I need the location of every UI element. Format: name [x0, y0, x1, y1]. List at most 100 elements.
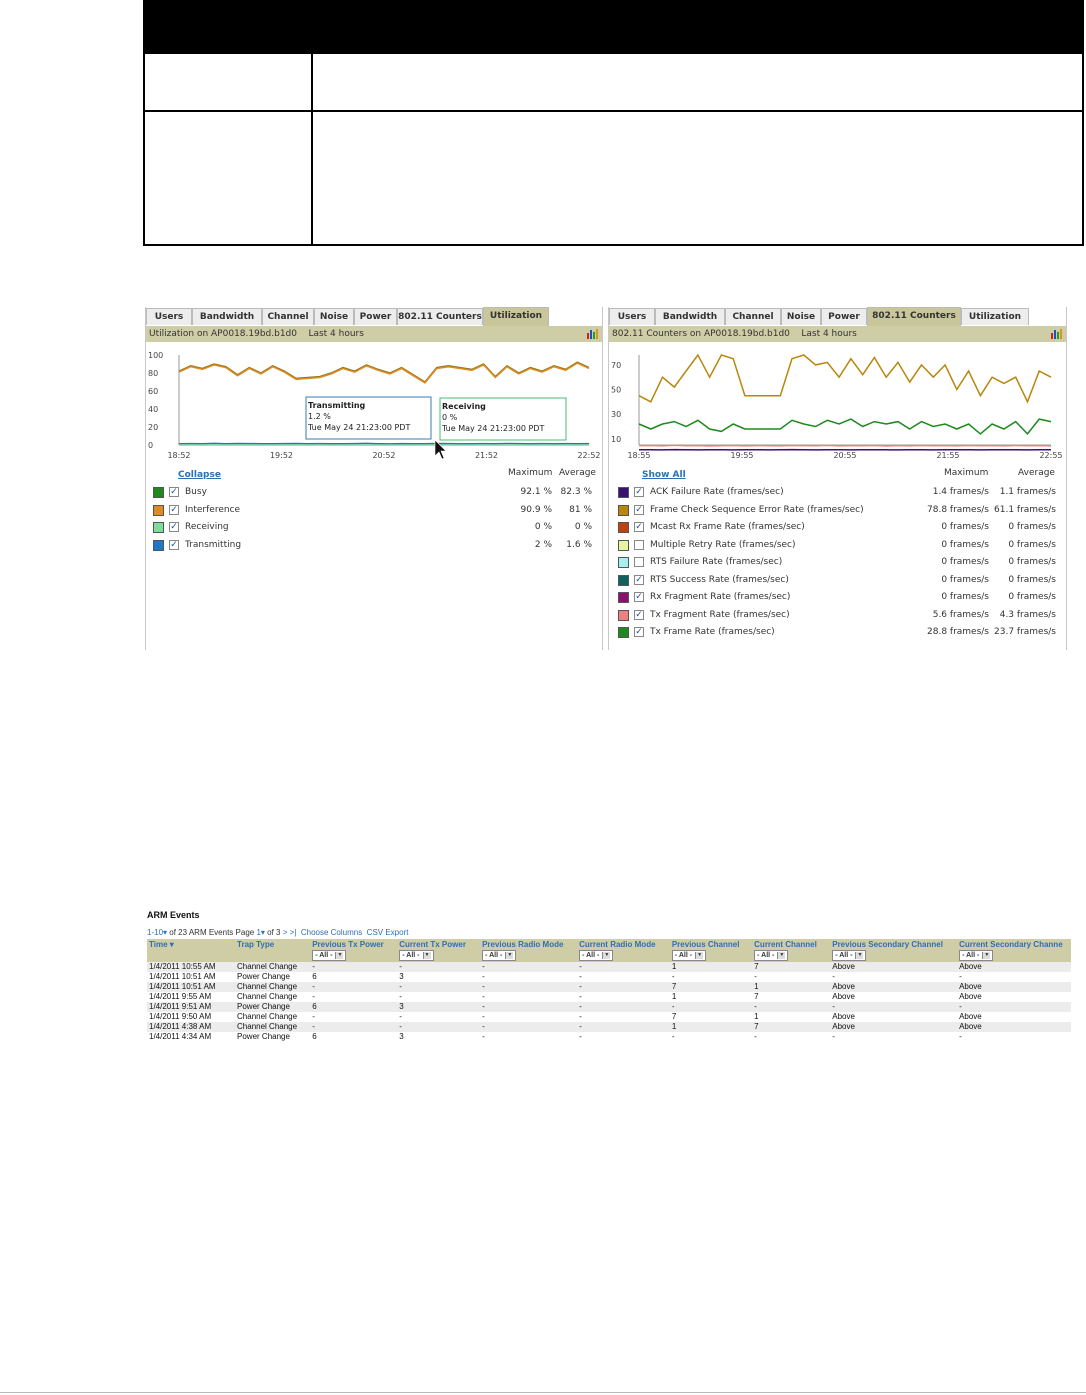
color-swatch[interactable]	[153, 504, 164, 516]
color-swatch[interactable]	[618, 539, 629, 551]
show-all-link[interactable]: Show All	[642, 470, 686, 480]
tab-power[interactable]: Power	[354, 308, 397, 325]
column-header-label[interactable]: Trap Type	[237, 940, 308, 949]
next-page-link[interactable]: >	[283, 928, 288, 937]
column-header[interactable]: Previous Secondary Channel - All - ▼	[830, 939, 958, 962]
table-row[interactable]: 1/4/2011 4:34 AM Power Change 6 3 - - - - - -	[147, 1032, 1071, 1042]
column-header-label[interactable]: Previous Radio Mode	[482, 940, 575, 949]
tab-channel[interactable]: Channel	[725, 308, 781, 325]
column-filter-select[interactable]: - All - ▼	[754, 950, 789, 961]
chevron-down-icon[interactable]: ▼	[422, 951, 431, 959]
y-tick-label: 100	[148, 351, 163, 360]
column-header[interactable]: Current Secondary Channe - All - ▼	[957, 939, 1071, 962]
series-checkbox[interactable]: ✓	[169, 539, 179, 550]
column-header-label[interactable]: Current Tx Power	[399, 940, 478, 949]
column-header[interactable]: Current Tx Power - All - ▼	[397, 939, 481, 962]
tab-noise[interactable]: Noise	[314, 308, 354, 325]
chevron-down-icon[interactable]: ▼	[982, 951, 991, 959]
color-swatch[interactable]	[618, 592, 629, 603]
color-swatch[interactable]	[618, 522, 629, 533]
series-name: RTS Success Rate (frames/sec)	[650, 574, 789, 585]
table-row[interactable]: 1/4/2011 9:55 AM Channel Change - - - - 1 7 Abov…	[147, 992, 1071, 1002]
column-header[interactable]: Previous Radio Mode - All - ▼	[480, 939, 578, 962]
tab-utilization[interactable]: Utilization	[483, 307, 549, 326]
tab-noise[interactable]: Noise	[781, 308, 821, 325]
table-row[interactable]: 1/4/2011 9:51 AM Power Change 6 3- - - - - -	[147, 1002, 1071, 1012]
tab-channel[interactable]: Channel	[262, 308, 314, 325]
series-checkbox[interactable]: ✓	[169, 504, 179, 515]
series-checkbox[interactable]: ✓	[634, 487, 644, 497]
tab-802-11-counters[interactable]: 802.11 Counters	[397, 308, 483, 325]
column-filter-select[interactable]: - All - ▼	[579, 950, 614, 961]
column-header-label[interactable]: Current Radio Mode	[579, 940, 668, 949]
series-checkbox[interactable]: ✓	[634, 592, 644, 602]
color-swatch[interactable]	[618, 574, 629, 586]
tab-802-11-counters[interactable]: 802.11 Counters	[867, 307, 961, 326]
y-tick-label: 60	[148, 387, 158, 396]
column-header-label[interactable]: Time ▾	[149, 940, 233, 949]
series-checkbox[interactable]	[634, 557, 644, 567]
collapse-link[interactable]: Collapse	[178, 470, 221, 480]
color-swatch[interactable]	[618, 557, 629, 568]
series-checkbox[interactable]: ✓	[634, 522, 644, 532]
tab-users[interactable]: Users	[146, 308, 192, 325]
choose-columns-link[interactable]: Choose Columns	[301, 928, 362, 937]
column-filter-select[interactable]: - All - ▼	[312, 950, 347, 961]
column-header-label[interactable]: Current Channel	[754, 940, 828, 949]
column-header-label[interactable]: Previous Channel	[672, 940, 750, 949]
chevron-down-icon[interactable]: ▼	[695, 951, 704, 959]
series-checkbox[interactable]: ✓	[169, 522, 179, 532]
series-checkbox[interactable]: ✓	[634, 627, 644, 637]
color-swatch[interactable]	[618, 627, 629, 638]
column-filter-select[interactable]: - All - ▼	[482, 950, 517, 961]
series-checkbox[interactable]: ✓	[634, 504, 644, 515]
table-row[interactable]: 1/4/2011 10:51 AM Power Change 6 3 - - - - - -	[147, 972, 1071, 982]
color-swatch[interactable]	[153, 539, 164, 551]
series-checkbox[interactable]: ✓	[169, 487, 179, 497]
column-header[interactable]: Previous Channel - All - ▼	[669, 939, 753, 962]
series-checkbox[interactable]	[634, 539, 644, 550]
table-row[interactable]: 1/4/2011 9:50 AM Channel Change - - - - 7 1 Abov…	[147, 1012, 1071, 1022]
column-header[interactable]: Current Channel - All - ▼	[752, 939, 831, 962]
tab-bandwidth[interactable]: Bandwidth	[192, 308, 262, 325]
series-checkbox[interactable]: ✓	[634, 609, 644, 620]
tooltip-title: Receiving	[442, 402, 486, 411]
color-swatch[interactable]	[618, 504, 629, 516]
chevron-down-icon[interactable]: ▾	[163, 928, 167, 937]
column-header-label[interactable]: Current Secondary Channe	[959, 940, 1069, 949]
column-filter-select[interactable]: - All - ▼	[959, 950, 994, 961]
chevron-down-icon[interactable]: ▼	[777, 951, 786, 959]
table-row[interactable]: 1/4/2011 4:38 AM Channel Change - - - -1 7 Abov…	[147, 1022, 1071, 1032]
color-swatch[interactable]	[618, 487, 629, 498]
page-size-select[interactable]: 1-10	[147, 928, 163, 937]
series-checkbox[interactable]: ✓	[634, 574, 644, 585]
chevron-down-icon[interactable]: ▾	[261, 928, 265, 937]
chevron-down-icon[interactable]: ▼	[855, 951, 864, 959]
column-header-label[interactable]: Previous Secondary Channel	[832, 940, 955, 949]
bar-chart-icon[interactable]	[587, 329, 598, 339]
bar-chart-icon[interactable]	[1051, 329, 1062, 339]
column-header[interactable]: Current Radio Mode - All - ▼	[577, 939, 670, 962]
column-filter-select[interactable]: - All - ▼	[671, 950, 707, 961]
tab-utilization[interactable]: Utilization	[961, 308, 1029, 325]
csv-export-link[interactable]: CSV Export	[367, 928, 409, 937]
pager: 1-10▾ of 23 ARM Events Page 1▾ of 3 > >|…	[147, 928, 1071, 937]
column-header[interactable]: Previous Tx Power - All - ▼	[310, 939, 398, 962]
column-header-label[interactable]: Previous Tx Power	[312, 940, 395, 949]
chevron-down-icon[interactable]: ▼	[335, 951, 344, 959]
column-filter-select[interactable]: - All - ▼	[399, 950, 434, 961]
table-row[interactable]: 1/4/2011 10:51 AM Channel Change - - - -7 1 Abo…	[147, 982, 1071, 992]
chevron-down-icon[interactable]: ▼	[602, 951, 611, 959]
chevron-down-icon[interactable]: ▼	[505, 951, 514, 959]
color-swatch[interactable]	[153, 487, 164, 498]
tab-users[interactable]: Users	[609, 308, 655, 325]
color-swatch[interactable]	[618, 609, 629, 621]
column-header[interactable]: Trap Type	[235, 939, 311, 962]
table-row[interactable]: 1/4/2011 10:55 AM Channel Change - - - -1 7 Abo…	[147, 962, 1071, 972]
tab-bandwidth[interactable]: Bandwidth	[655, 308, 725, 325]
tab-power[interactable]: Power	[821, 308, 867, 325]
last-page-link[interactable]: >|	[290, 928, 297, 937]
column-filter-select[interactable]: - All - ▼	[832, 950, 867, 961]
color-swatch[interactable]	[153, 522, 164, 533]
column-header[interactable]: Time ▾	[147, 939, 236, 962]
